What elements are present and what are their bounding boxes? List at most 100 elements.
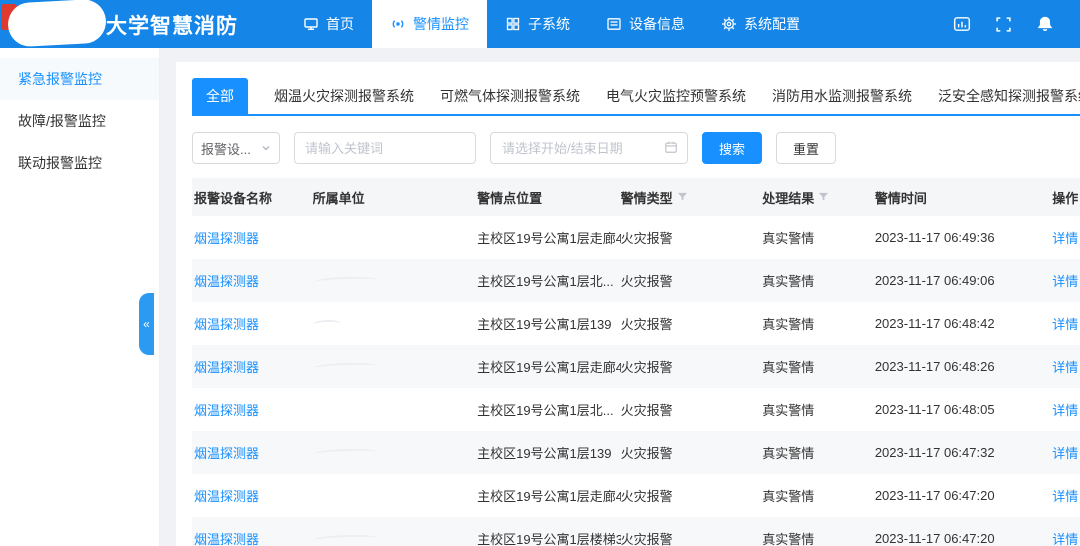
logo-area: 大学智慧消防 (0, 0, 285, 48)
fullscreen-icon[interactable] (995, 16, 1012, 33)
home-icon (303, 16, 319, 32)
detail-link[interactable]: 详情 (1052, 228, 1078, 247)
location-cell: 主校区19号公寓1层走廊4 (477, 228, 621, 247)
gear-icon (721, 16, 737, 32)
redaction-blob (7, 0, 107, 48)
sidebar-item-label: 故障/报警监控 (18, 111, 106, 131)
main-nav: 首页 警情监控 子系统 设备信息 (285, 0, 818, 48)
nav-item-alarm-monitor[interactable]: 警情监控 (372, 0, 487, 48)
sidebar-item-label: 联动报警监控 (18, 153, 102, 173)
redaction-mark (313, 449, 377, 457)
tab-fire-water[interactable]: 消防用水监测报警系统 (772, 78, 912, 114)
nav-item-system-config[interactable]: 系统配置 (703, 0, 818, 48)
tab-electrical-fire[interactable]: 电气火灾监控预警系统 (606, 78, 746, 114)
time-cell: 2023-11-17 06:48:42 (875, 316, 1052, 331)
type-cell: 火灾报警 (621, 486, 763, 505)
tab-all[interactable]: 全部 (192, 78, 248, 114)
tab-pan-security[interactable]: 泛安全感知探测报警系统 (938, 78, 1080, 114)
device-link[interactable]: 烟温探测器 (194, 400, 259, 419)
device-icon (606, 16, 622, 32)
unit-cell (313, 277, 477, 285)
alarm-device-select[interactable]: 报警设... (192, 132, 280, 164)
location-cell: 主校区19号公寓1层走廊4 (477, 486, 621, 505)
result-cell: 真实警情 (762, 529, 875, 546)
device-link[interactable]: 烟温探测器 (194, 357, 259, 376)
location-cell: 主校区19号公寓1层楼梯3 (477, 529, 621, 546)
device-link[interactable]: 烟温探测器 (194, 443, 259, 462)
col-header-result-label: 处理结果 (762, 188, 814, 207)
unit-cell (313, 363, 477, 371)
app-root: 大学智慧消防 首页 警情监控 子系统 (0, 0, 1080, 546)
table-row: 烟温探测器 主校区19号公寓1层139 火灾报警 真实警情 2023-11-17… (192, 302, 1080, 345)
body-row: 紧急报警监控 故障/报警监控 联动报警监控 « 全部 烟温火灾探测报警系统 可燃… (0, 48, 1080, 546)
select-value: 报警设... (201, 139, 251, 158)
type-cell: 火灾报警 (621, 400, 763, 419)
device-link[interactable]: 烟温探测器 (194, 529, 259, 546)
result-cell: 真实警情 (762, 357, 875, 376)
keyword-input[interactable] (294, 132, 476, 164)
detail-link[interactable]: 详情 (1052, 314, 1078, 333)
location-cell: 主校区19号公寓1层北... (477, 271, 621, 290)
time-cell: 2023-11-17 06:49:06 (875, 273, 1052, 288)
redaction-mark (313, 363, 377, 371)
location-cell: 主校区19号公寓1层139 (477, 314, 621, 333)
type-cell: 火灾报警 (621, 529, 763, 546)
col-header-result: 处理结果 (762, 188, 875, 207)
col-header-device: 报警设备名称 (192, 188, 313, 207)
device-link[interactable]: 烟温探测器 (194, 486, 259, 505)
reset-button[interactable]: 重置 (776, 132, 836, 164)
tab-combustible-gas[interactable]: 可燃气体探测报警系统 (440, 78, 580, 114)
device-link[interactable]: 烟温探测器 (194, 314, 259, 333)
col-header-action: 操作 (1052, 188, 1080, 207)
broadcast-icon (390, 16, 406, 32)
nav-item-subsystem[interactable]: 子系统 (487, 0, 588, 48)
dashboard-icon[interactable] (953, 15, 971, 33)
alarm-table: 报警设备名称 所属单位 警情点位置 警情类型 处理结果 (192, 178, 1080, 546)
bell-icon[interactable] (1036, 15, 1054, 33)
sidebar-collapse-handle[interactable]: « (139, 293, 154, 355)
filter-funnel-icon[interactable] (818, 190, 829, 205)
time-cell: 2023-11-17 06:47:20 (875, 488, 1052, 503)
chevron-down-icon (261, 141, 271, 156)
detail-link[interactable]: 详情 (1052, 529, 1078, 546)
result-cell: 真实警情 (762, 228, 875, 247)
nav-label: 首页 (326, 14, 354, 34)
detail-link[interactable]: 详情 (1052, 400, 1078, 419)
time-cell: 2023-11-17 06:47:32 (875, 445, 1052, 460)
grid-icon (505, 16, 521, 32)
calendar-icon (664, 140, 678, 157)
result-cell: 真实警情 (762, 486, 875, 505)
date-range-input[interactable] (500, 140, 658, 157)
search-button[interactable]: 搜索 (702, 132, 762, 164)
redaction-mark (313, 535, 377, 543)
redaction-mark (313, 277, 377, 285)
nav-item-device-info[interactable]: 设备信息 (588, 0, 703, 48)
header-right-icons (953, 0, 1080, 48)
content-card: 全部 烟温火灾探测报警系统 可燃气体探测报警系统 电气火灾监控预警系统 消防用水… (176, 62, 1080, 546)
time-cell: 2023-11-17 06:48:05 (875, 402, 1052, 417)
detail-link[interactable]: 详情 (1052, 357, 1078, 376)
sidebar-item-emergency-alarm[interactable]: 紧急报警监控 (0, 58, 159, 100)
type-cell: 火灾报警 (621, 314, 763, 333)
unit-cell (313, 449, 477, 457)
device-link[interactable]: 烟温探测器 (194, 228, 259, 247)
detail-link[interactable]: 详情 (1052, 443, 1078, 462)
detail-link[interactable]: 详情 (1052, 271, 1078, 290)
nav-item-home[interactable]: 首页 (285, 0, 372, 48)
table-row: 烟温探测器 主校区19号公寓1层走廊4 火灾报警 真实警情 2023-11-17… (192, 216, 1080, 259)
detail-link[interactable]: 详情 (1052, 486, 1078, 505)
filter-funnel-icon[interactable] (677, 190, 688, 205)
top-header: 大学智慧消防 首页 警情监控 子系统 (0, 0, 1080, 48)
result-cell: 真实警情 (762, 400, 875, 419)
tab-smoke-temp-fire[interactable]: 烟温火灾探测报警系统 (274, 78, 414, 114)
date-range-picker[interactable] (490, 132, 688, 164)
device-link[interactable]: 烟温探测器 (194, 271, 259, 290)
time-cell: 2023-11-17 06:49:36 (875, 230, 1052, 245)
redaction-mark (313, 320, 341, 328)
table-row: 烟温探测器 主校区19号公寓1层139 火灾报警 真实警情 2023-11-17… (192, 431, 1080, 474)
sidebar-item-linkage-alarm[interactable]: 联动报警监控 (0, 142, 159, 184)
table-body: 烟温探测器 主校区19号公寓1层走廊4 火灾报警 真实警情 2023-11-17… (192, 216, 1080, 546)
table-row: 烟温探测器 主校区19号公寓1层走廊4 火灾报警 真实警情 2023-11-17… (192, 474, 1080, 517)
sidebar-item-fault-alarm[interactable]: 故障/报警监控 (0, 100, 159, 142)
table-header-row: 报警设备名称 所属单位 警情点位置 警情类型 处理结果 (192, 178, 1080, 216)
